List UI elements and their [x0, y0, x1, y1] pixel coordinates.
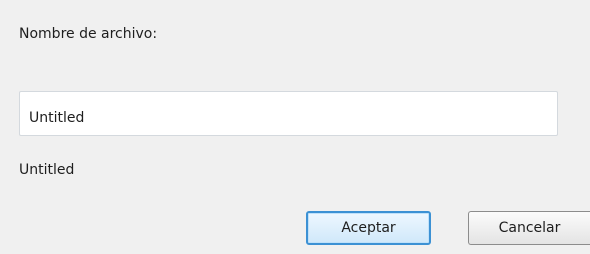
filename-preview-text: Untitled [19, 162, 75, 178]
ok-button-label: Aceptar [341, 220, 396, 236]
ok-button[interactable]: Aceptar [306, 211, 431, 245]
cancel-button[interactable]: Cancelar [468, 211, 590, 245]
filename-label: Nombre de archivo: [19, 26, 158, 42]
save-dialog: Nombre de archivo: Untitled Aceptar Canc… [0, 0, 590, 254]
filename-input[interactable] [19, 91, 558, 136]
cancel-button-label: Cancelar [498, 220, 561, 236]
